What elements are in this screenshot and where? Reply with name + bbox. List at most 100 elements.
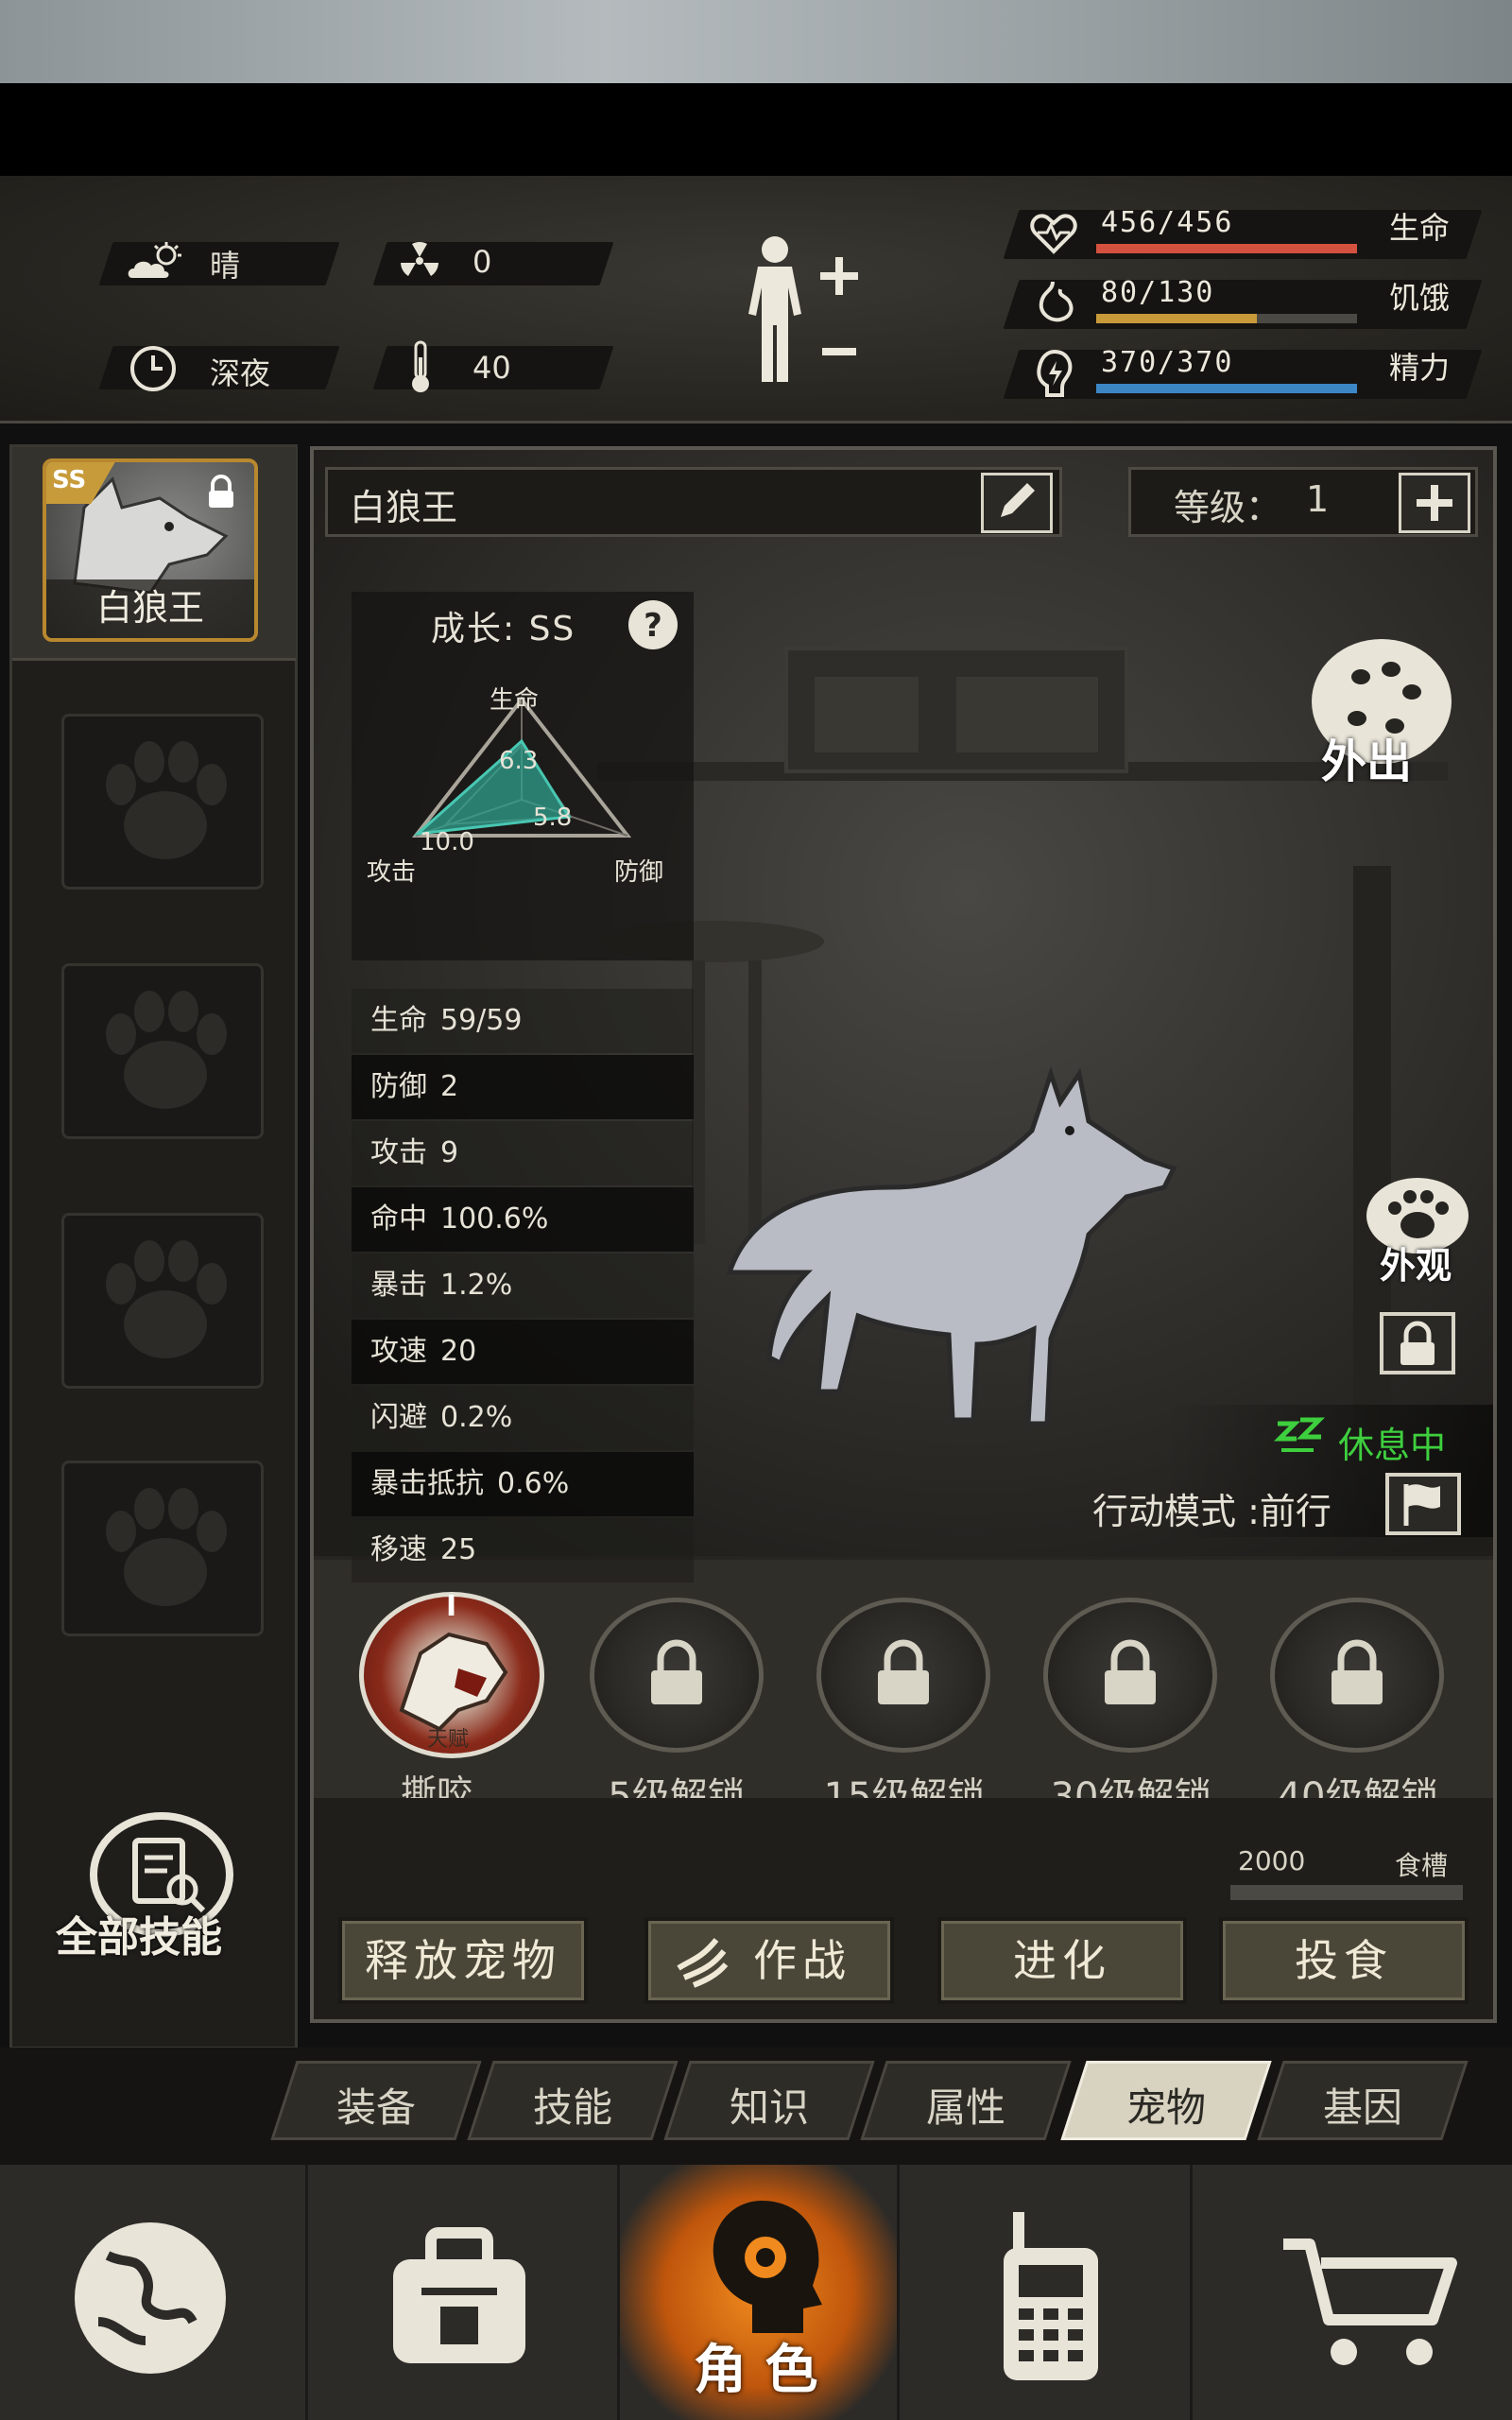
paw-icon	[106, 1240, 227, 1358]
stat-label: 攻速	[370, 1335, 427, 1368]
go-out-label[interactable]: 外出	[1321, 724, 1412, 790]
action-mode-button[interactable]	[1385, 1473, 1461, 1535]
lock-icon[interactable]	[205, 474, 237, 511]
skill-slot-locked[interactable]	[816, 1598, 990, 1753]
backpack-icon	[393, 2227, 525, 2363]
health-bar	[1096, 244, 1357, 253]
pet-list-panel: SS 白狼王 全部技能	[9, 444, 298, 2049]
tab-label: 知识	[729, 2084, 809, 2131]
fight-button[interactable]: 作战	[644, 1917, 894, 2004]
stat-label: 暴击	[370, 1269, 427, 1302]
stat-label: 闪避	[370, 1401, 427, 1434]
stat-row: 暴击 1.2%	[352, 1253, 694, 1318]
stat-row: 防御 2	[352, 1055, 694, 1119]
lock-icon	[1400, 1321, 1435, 1365]
hunger-bar	[1096, 314, 1357, 323]
skill-slot-locked[interactable]	[1043, 1598, 1217, 1753]
pet-slot-empty[interactable]	[61, 714, 264, 890]
action-mode-label: 行动模式 :前行	[1092, 1491, 1332, 1532]
globe-icon	[75, 2222, 226, 2374]
pencil-icon	[1001, 483, 1035, 517]
stat-label: 命中	[370, 1202, 427, 1236]
all-skills-label[interactable]: 全部技能	[56, 1903, 222, 1963]
level-label: 等级：	[1174, 487, 1282, 528]
stat-label: 暴击抵抗	[370, 1467, 484, 1500]
paw-icon	[106, 1488, 227, 1606]
help-icon[interactable]: ?	[626, 597, 680, 652]
status-panel: 晴 0 深夜 40 456/456 生命 80/130 饥饿 370/370 精…	[0, 176, 1512, 424]
paw-icon	[106, 741, 227, 859]
resting-status: 休息中	[1338, 1425, 1447, 1466]
health-text: 456/456	[1101, 206, 1234, 239]
stat-row: 暴击抵抗 0.6%	[352, 1452, 694, 1516]
stat-label: 防御	[370, 1070, 427, 1103]
nav-character-label: 角 色	[694, 2340, 818, 2401]
radar-value-attack: 10.0	[420, 828, 474, 856]
lock-icon	[651, 1639, 702, 1704]
thermometer-icon	[412, 340, 429, 392]
skill-slot-locked[interactable]	[1270, 1598, 1444, 1753]
flag-icon	[1403, 1484, 1440, 1526]
clock-icon	[130, 346, 176, 391]
nav-world-map[interactable]	[0, 2165, 308, 2420]
skill-rank: I	[446, 1590, 457, 1623]
pet-lock-button[interactable]	[1380, 1312, 1455, 1374]
appearance-label[interactable]: 外观	[1380, 1236, 1452, 1288]
heart-icon	[1030, 214, 1077, 254]
svg-text:?: ?	[644, 607, 662, 645]
radar-value-defense: 5.8	[533, 804, 573, 832]
radar-label-defense: 防御	[614, 858, 664, 887]
hunger-text: 80/130	[1101, 276, 1215, 309]
nav-radio[interactable]	[900, 2165, 1193, 2420]
stat-row: 移速 25	[352, 1518, 694, 1582]
header-black-bar	[0, 83, 1512, 176]
stat-value: 2	[440, 1070, 459, 1103]
nav-character[interactable]: 角 色	[620, 2165, 900, 2420]
pet-slot-empty[interactable]	[61, 1461, 264, 1636]
stat-row: 命中 100.6%	[352, 1187, 694, 1252]
release-pet-button[interactable]: 释放宠物	[338, 1917, 588, 2004]
pet-slot-empty[interactable]	[61, 963, 264, 1139]
stat-value: 0.2%	[440, 1401, 513, 1434]
tab-label: 属性	[925, 2084, 1005, 2131]
energy-icon	[1037, 349, 1073, 397]
bottom-nav: 角 色	[0, 2165, 1512, 2420]
tab-label: 基因	[1322, 2084, 1402, 2131]
stat-value: 59/59	[440, 1004, 523, 1037]
radar-value-health: 6.3	[499, 747, 539, 775]
selected-pet-name: 白狼王	[46, 579, 254, 638]
paw-icon	[106, 991, 227, 1109]
radar-label-attack: 攻击	[367, 858, 417, 887]
stat-value: 9	[440, 1136, 459, 1169]
feed-button[interactable]: 投食	[1219, 1917, 1469, 2004]
pet-detail-panel: 白狼王 等级： 1 成长: SS ? 生命 攻击 防御 6.3 10.0 5.8…	[310, 446, 1497, 2023]
radar-label-health: 生命	[490, 686, 540, 715]
pet-slot-empty[interactable]	[61, 1213, 264, 1389]
wolf-illustration	[726, 1066, 1177, 1426]
sleep-icon	[1274, 1417, 1325, 1452]
body-figure-icon[interactable]	[728, 229, 879, 389]
level-up-button[interactable]	[1399, 473, 1470, 533]
stat-row: 攻速 20	[352, 1320, 694, 1384]
edit-name-button[interactable]	[981, 473, 1053, 533]
plus-icon	[1417, 485, 1452, 521]
lock-icon	[1332, 1639, 1383, 1704]
health-label: 生命	[1389, 210, 1451, 246]
stat-label: 攻击	[370, 1136, 427, 1169]
tab-label: 技能	[532, 2084, 612, 2131]
lock-icon	[878, 1639, 929, 1704]
ss-badge: SS	[52, 466, 87, 494]
cart-icon	[1283, 2238, 1457, 2365]
nav-shop[interactable]	[1193, 2165, 1512, 2420]
time-of-day-value: 深夜	[210, 355, 271, 391]
pet-slot-selected[interactable]: SS 白狼王	[43, 458, 258, 642]
energy-bar	[1096, 384, 1357, 393]
evolve-button[interactable]: 进化	[937, 1917, 1187, 2004]
temperature-value: 40	[472, 350, 511, 386]
energy-label: 精力	[1389, 350, 1451, 386]
stat-value: 0.6%	[497, 1467, 570, 1500]
nav-backpack[interactable]	[308, 2165, 620, 2420]
skill-slot-locked[interactable]	[590, 1598, 764, 1753]
food-amount: 2000	[1238, 1845, 1306, 1876]
talent-badge: 天赋	[427, 1728, 470, 1752]
